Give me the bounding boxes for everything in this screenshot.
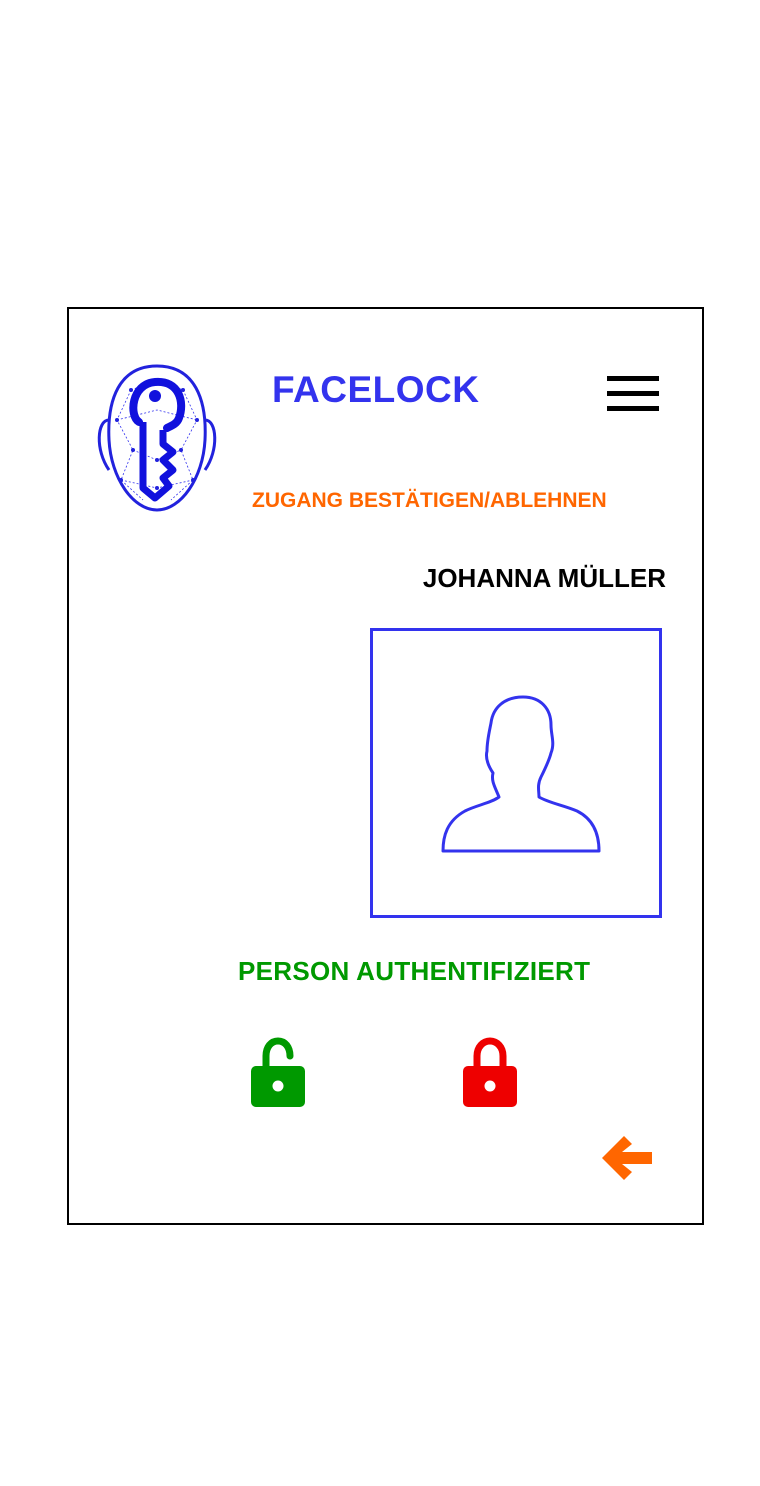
back-arrow-icon[interactable] — [598, 1130, 656, 1186]
locked-padlock-icon[interactable] — [460, 1036, 520, 1110]
page-subtitle: ZUGANG BESTÄTIGEN/ABLEHNEN — [252, 489, 607, 512]
person-name: JOHANNA MÜLLER — [422, 563, 666, 593]
person-photo — [370, 628, 662, 918]
face-key-logo-icon — [97, 364, 217, 512]
user-silhouette-icon — [441, 695, 601, 853]
unlocked-padlock-icon[interactable] — [248, 1036, 308, 1110]
hamburger-menu-icon[interactable] — [603, 372, 663, 416]
app-title: FACELOCK — [272, 369, 480, 410]
authentication-status: PERSON AUTHENTIFIZIERT — [238, 956, 591, 986]
